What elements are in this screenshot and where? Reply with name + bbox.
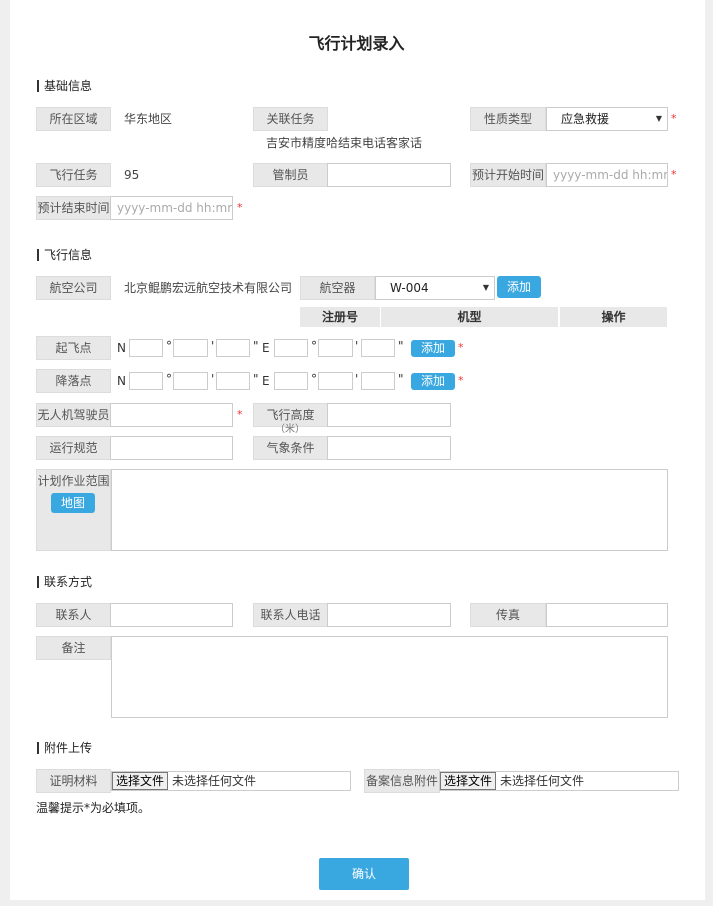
fax-input[interactable] [546, 603, 668, 627]
landing-lat-sec-input[interactable] [216, 372, 250, 390]
required-hint: 温馨提示*为必填项。 [36, 801, 151, 815]
table-header-operation: 操作 [560, 307, 667, 327]
minute-symbol: ' [355, 339, 359, 353]
weather-label: 气象条件 [253, 436, 328, 460]
add-aircraft-button[interactable]: 添加 [497, 276, 541, 298]
aircraft-select-value: W-004 [390, 281, 429, 295]
takeoff-lon-min-input[interactable] [318, 339, 353, 357]
airline-label: 航空公司 [36, 276, 111, 300]
second-symbol: " [398, 372, 404, 386]
contact-phone-input[interactable] [327, 603, 451, 627]
takeoff-east-label: E [262, 341, 270, 355]
required-mark: * [458, 374, 464, 387]
rules-label: 运行规范 [36, 436, 111, 460]
cert-label: 证明材料 [36, 769, 111, 793]
add-landing-button[interactable]: 添加 [411, 373, 455, 390]
record-file-input[interactable]: 选择文件 未选择任何文件 [439, 771, 679, 791]
minute-symbol: ' [211, 372, 215, 386]
second-symbol: " [398, 339, 404, 353]
record-label: 备案信息附件 [364, 769, 440, 793]
cert-file-input[interactable]: 选择文件 未选择任何文件 [111, 771, 351, 791]
controller-input[interactable] [327, 163, 451, 187]
second-symbol: " [253, 372, 259, 386]
rules-input[interactable] [110, 436, 233, 460]
landing-lat-min-input[interactable] [173, 372, 208, 390]
section-flight-title: 飞行信息 [37, 249, 92, 261]
landing-lon-deg-input[interactable] [274, 372, 308, 390]
landing-lon-min-input[interactable] [318, 372, 353, 390]
required-mark: * [458, 341, 464, 354]
landing-lat-deg-input[interactable] [129, 372, 163, 390]
aircraft-label: 航空器 [300, 276, 375, 300]
degree-symbol: ° [311, 339, 317, 353]
remark-label: 备注 [36, 636, 111, 660]
nature-select[interactable]: 应急救援 ▼ [546, 107, 668, 131]
map-button[interactable]: 地图 [51, 493, 95, 513]
contact-person-label: 联系人 [36, 603, 111, 627]
fax-label: 传真 [470, 603, 546, 627]
record-choose-file-button[interactable]: 选择文件 [440, 772, 497, 790]
second-symbol: " [253, 339, 259, 353]
contact-phone-label: 联系人电话 [253, 603, 328, 627]
page-title: 飞行计划录入 [308, 34, 405, 53]
section-basic-title: 基础信息 [37, 80, 92, 92]
takeoff-north-label: N [117, 341, 126, 355]
degree-symbol: ° [166, 372, 172, 386]
minute-symbol: ' [211, 339, 215, 353]
minute-symbol: ' [355, 372, 359, 386]
task-value: 吉安市精度哈结束电话客家话 [266, 136, 423, 150]
altitude-input[interactable] [327, 403, 451, 427]
altitude-unit: （米） [275, 424, 305, 435]
confirm-button[interactable]: 确认 [319, 858, 409, 890]
weather-input[interactable] [327, 436, 451, 460]
nature-label: 性质类型 [470, 107, 546, 131]
cert-choose-file-button[interactable]: 选择文件 [112, 772, 169, 790]
cert-no-file-text: 未选择任何文件 [172, 774, 257, 788]
pilot-input[interactable] [110, 403, 233, 427]
add-takeoff-button[interactable]: 添加 [411, 340, 455, 357]
required-mark: * [237, 408, 243, 421]
flight-task-value: 95 [124, 168, 140, 182]
caret-down-icon: ▼ [655, 114, 662, 123]
landing-north-label: N [117, 374, 126, 388]
degree-symbol: ° [311, 372, 317, 386]
region-value: 华东地区 [124, 112, 173, 126]
controller-label: 管制员 [253, 163, 328, 187]
landing-east-label: E [262, 374, 270, 388]
area-textarea[interactable] [111, 469, 668, 551]
required-mark: * [237, 201, 243, 214]
region-label: 所在区域 [36, 107, 111, 131]
landing-lon-sec-input[interactable] [361, 372, 395, 390]
nature-select-value: 应急救援 [561, 112, 610, 126]
required-mark: * [671, 168, 677, 181]
end-time-input[interactable] [110, 196, 233, 220]
contact-person-input[interactable] [110, 603, 233, 627]
airline-value: 北京鲲鹏宏远航空技术有限公司 [124, 281, 293, 295]
takeoff-lat-sec-input[interactable] [216, 339, 250, 357]
pilot-label: 无人机驾驶员 [36, 403, 111, 427]
table-header-model: 机型 [381, 307, 558, 327]
start-time-input[interactable] [546, 163, 668, 187]
landing-label: 降落点 [36, 369, 111, 393]
caret-down-icon: ▼ [482, 283, 489, 292]
takeoff-lat-min-input[interactable] [173, 339, 208, 357]
section-contact-title: 联系方式 [37, 576, 92, 588]
takeoff-lon-sec-input[interactable] [361, 339, 395, 357]
takeoff-lon-deg-input[interactable] [274, 339, 308, 357]
section-attachments-title: 附件上传 [37, 742, 92, 754]
aircraft-select[interactable]: W-004 ▼ [375, 276, 495, 300]
takeoff-lat-deg-input[interactable] [129, 339, 163, 357]
end-time-label: 预计结束时间 [36, 196, 111, 220]
flight-task-label: 飞行任务 [36, 163, 111, 187]
degree-symbol: ° [166, 339, 172, 353]
record-no-file-text: 未选择任何文件 [500, 774, 585, 788]
takeoff-label: 起飞点 [36, 336, 111, 360]
required-mark: * [671, 112, 677, 125]
start-time-label: 预计开始时间 [470, 163, 546, 187]
task-label: 关联任务 [253, 107, 328, 131]
remark-textarea[interactable] [111, 636, 668, 718]
area-label: 计划作业范围 [37, 474, 110, 488]
table-header-registration: 注册号 [300, 307, 380, 327]
